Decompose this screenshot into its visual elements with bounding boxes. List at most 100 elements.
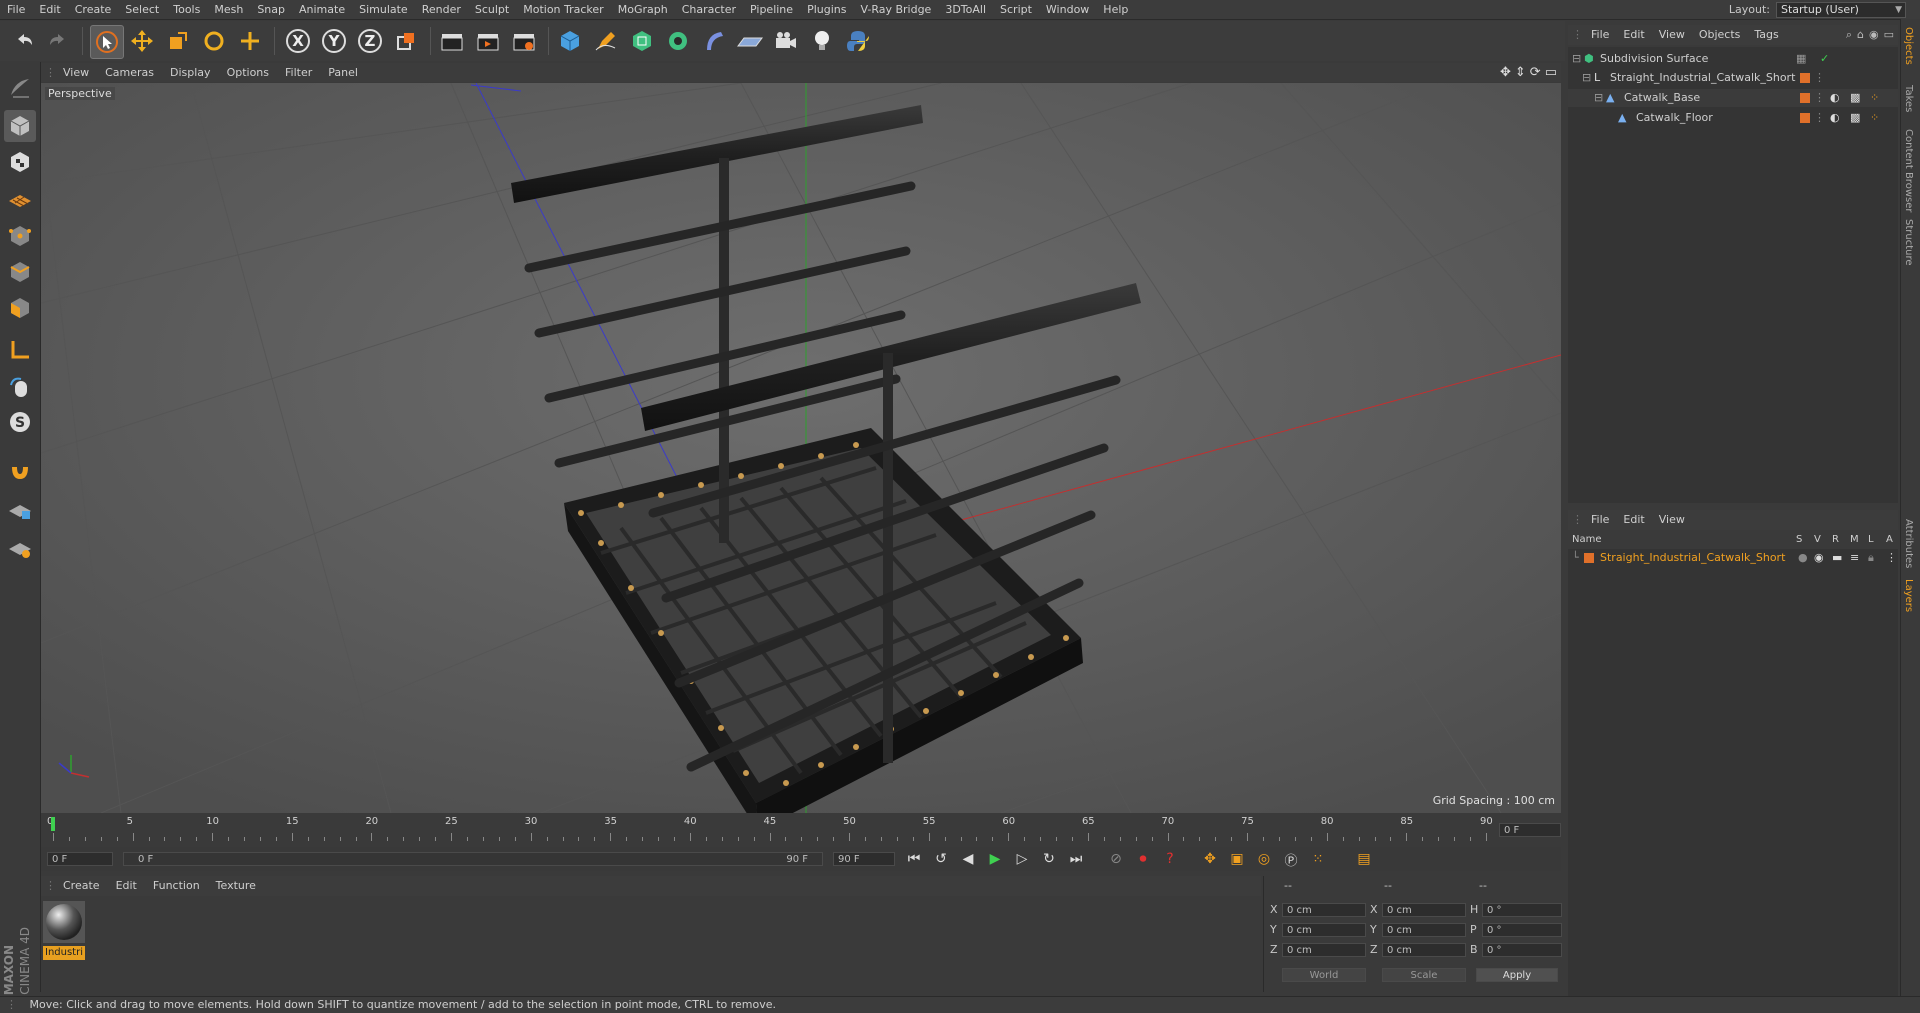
- snap-button[interactable]: S: [4, 406, 36, 438]
- workplane-snap-button[interactable]: [4, 532, 36, 564]
- menu-edit[interactable]: Edit: [32, 0, 67, 19]
- layer-color-icon[interactable]: [1800, 113, 1810, 123]
- transform-tool-button[interactable]: [234, 25, 266, 57]
- rotate-tool-button[interactable]: [198, 25, 230, 57]
- pan-view-icon[interactable]: ✥: [1500, 65, 1511, 80]
- coord-rot-b-field[interactable]: 0 °: [1482, 943, 1562, 957]
- menu-pipeline[interactable]: Pipeline: [743, 0, 800, 19]
- tab-content-browser[interactable]: Content Browser: [1903, 129, 1914, 212]
- manager-toggle-icon[interactable]: ≡: [1850, 549, 1859, 567]
- next-key-button[interactable]: ↻: [1038, 851, 1060, 867]
- new-window-icon[interactable]: ▭: [1884, 28, 1894, 42]
- add-camera-button[interactable]: [770, 25, 802, 57]
- vp-menu-cameras[interactable]: Cameras: [97, 63, 162, 82]
- tab-takes[interactable]: Takes: [1903, 85, 1914, 112]
- bookmark-icon[interactable]: ◉: [1869, 28, 1879, 42]
- search-icon[interactable]: ⌕: [1846, 28, 1852, 42]
- toggle-view-icon[interactable]: ▭: [1545, 65, 1557, 80]
- material-swatch[interactable]: Industri: [43, 901, 85, 960]
- object-row-subdivision-surface[interactable]: ⊟ ⬢ Subdivision Surface ▦ ✓: [1568, 50, 1898, 68]
- python-button[interactable]: [842, 25, 874, 57]
- key-position-button[interactable]: ✥: [1199, 851, 1221, 867]
- layer-menu-view[interactable]: View: [1652, 510, 1692, 530]
- key-parameter-button[interactable]: Ⓟ: [1280, 850, 1302, 869]
- menu-vray-bridge[interactable]: V-Ray Bridge: [853, 0, 938, 19]
- coord-size-z-field[interactable]: 0 cm: [1382, 943, 1466, 957]
- material-tag-icon[interactable]: ◐: [1830, 109, 1840, 127]
- object-row-catwalk-base[interactable]: ⊟ ▲ Catwalk_Base ⋮ ◐ ▩ ⁘: [1568, 89, 1898, 107]
- apply-button[interactable]: Apply: [1476, 968, 1558, 982]
- coord-pos-z-field[interactable]: 0 cm: [1282, 943, 1366, 957]
- texture-tag-icon[interactable]: ▩: [1850, 109, 1860, 127]
- visibility-dots-icon[interactable]: ⋮: [1814, 69, 1825, 87]
- coord-mode-world-select[interactable]: World: [1282, 968, 1366, 982]
- layer-color-icon[interactable]: [1584, 553, 1594, 563]
- menu-tools[interactable]: Tools: [166, 0, 207, 19]
- coord-size-y-field[interactable]: 0 cm: [1382, 923, 1466, 937]
- menu-script[interactable]: Script: [993, 0, 1039, 19]
- mat-menu-create[interactable]: Create: [55, 876, 108, 896]
- coord-mode-scale-select[interactable]: Scale: [1382, 968, 1466, 982]
- visibility-dots-icon[interactable]: ⋮: [1814, 89, 1825, 107]
- layout-select[interactable]: Startup (User) ▼: [1776, 1, 1906, 18]
- vp-menu-panel[interactable]: Panel: [320, 63, 366, 82]
- menu-plugins[interactable]: Plugins: [800, 0, 853, 19]
- tab-objects[interactable]: Objects: [1903, 27, 1914, 65]
- frame-range-slider[interactable]: 0 F 90 F: [123, 852, 823, 866]
- model-mode-button[interactable]: [4, 110, 36, 142]
- start-frame-field[interactable]: 0 F: [47, 852, 113, 866]
- perspective-viewport[interactable]: Perspective Grid Spacing : 100 cm: [41, 83, 1561, 813]
- home-icon[interactable]: ⌂: [1857, 28, 1864, 42]
- coord-rot-p-field[interactable]: 0 °: [1482, 923, 1562, 937]
- points-mode-button[interactable]: [4, 220, 36, 252]
- undo-button[interactable]: [8, 25, 40, 57]
- menu-animate[interactable]: Animate: [292, 0, 352, 19]
- mat-menu-function[interactable]: Function: [145, 876, 208, 896]
- current-frame-field[interactable]: 0 F: [1499, 823, 1561, 837]
- coord-pos-x-field[interactable]: 0 cm: [1282, 903, 1366, 917]
- collapse-icon[interactable]: ⊟: [1572, 50, 1581, 68]
- playhead[interactable]: [51, 817, 55, 831]
- render-view-button[interactable]: [436, 25, 468, 57]
- add-light-button[interactable]: [806, 25, 838, 57]
- live-selection-button[interactable]: [90, 25, 124, 59]
- add-deformer-button[interactable]: [698, 25, 730, 57]
- menu-sculpt[interactable]: Sculpt: [468, 0, 516, 19]
- z-axis-lock-button[interactable]: Z: [354, 25, 386, 57]
- vp-menu-options[interactable]: Options: [219, 63, 277, 82]
- layer-row[interactable]: └ Straight_Industrial_Catwalk_Short ● ◉ …: [1568, 549, 1898, 567]
- key-scale-button[interactable]: ▣: [1226, 851, 1248, 867]
- render-toggle-icon[interactable]: ▬: [1832, 549, 1842, 567]
- menu-file[interactable]: File: [0, 0, 32, 19]
- viewport-solo-button[interactable]: [4, 494, 36, 526]
- tweak-mode-button[interactable]: [4, 370, 36, 402]
- visibility-dots-icon[interactable]: ⋮: [1814, 109, 1825, 127]
- add-spline-button[interactable]: [590, 25, 622, 57]
- lock-icon[interactable]: 🔒︎: [1868, 549, 1874, 567]
- menu-mograph[interactable]: MoGraph: [611, 0, 675, 19]
- add-array-button[interactable]: [662, 25, 694, 57]
- add-cube-button[interactable]: [554, 25, 586, 57]
- obj-menu-objects[interactable]: Objects: [1692, 25, 1748, 45]
- previous-key-button[interactable]: ↺: [930, 851, 952, 867]
- texture-tag-icon[interactable]: ▩: [1850, 89, 1860, 107]
- orbit-view-icon[interactable]: ⟳: [1530, 65, 1541, 80]
- collapse-icon[interactable]: ⊟: [1594, 89, 1603, 107]
- keyframe-help-button[interactable]: ?: [1159, 851, 1181, 867]
- key-rotation-button[interactable]: ◎: [1253, 851, 1275, 867]
- solo-toggle-icon[interactable]: ●: [1798, 549, 1808, 567]
- dolly-view-icon[interactable]: ⇕: [1515, 65, 1526, 80]
- play-button[interactable]: ▶: [984, 851, 1006, 867]
- animation-toggle-icon[interactable]: ⋮: [1886, 549, 1897, 567]
- workplane-mode-button[interactable]: [4, 182, 36, 214]
- next-frame-button[interactable]: ▷: [1011, 851, 1033, 867]
- obj-menu-tags[interactable]: Tags: [1747, 25, 1785, 45]
- layer-color-icon[interactable]: [1800, 73, 1810, 83]
- object-row-catwalk-short[interactable]: ⊟ L Straight_Industrial_Catwalk_Short ⋮: [1568, 69, 1898, 87]
- redo-button[interactable]: [42, 25, 74, 57]
- timeline-ruler[interactable]: 051015202530354045505560657075808590 0 F: [41, 815, 1561, 845]
- tab-attributes[interactable]: Attributes: [1903, 519, 1914, 568]
- coord-size-x-field[interactable]: 0 cm: [1382, 903, 1466, 917]
- obj-menu-file[interactable]: File: [1584, 25, 1616, 45]
- autokey-button[interactable]: ⏺: [1132, 851, 1154, 867]
